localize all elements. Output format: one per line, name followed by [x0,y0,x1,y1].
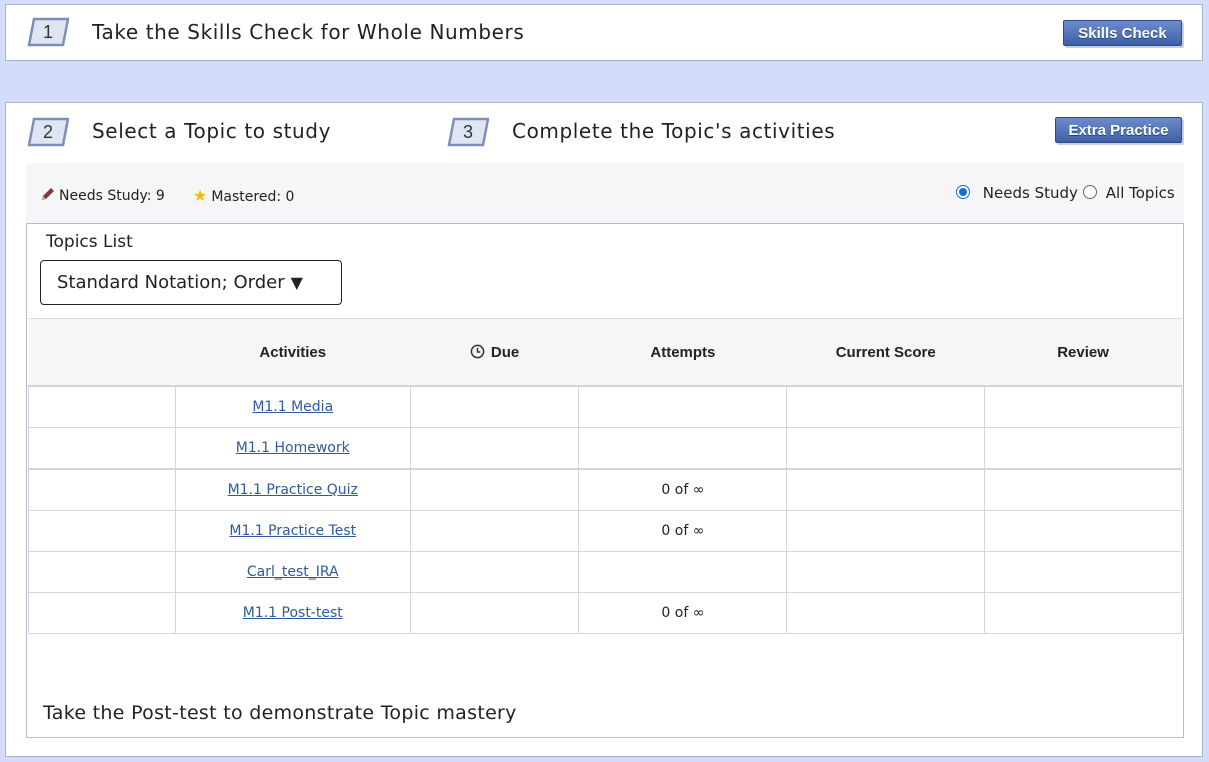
review-cell [984,551,1182,593]
header-due-label: Due [490,343,520,361]
step-3-number: 3 [462,122,473,142]
activity-cell: M1.1 Post-test [174,592,411,634]
step-2-number: 2 [42,122,53,142]
header-activities: Activities [175,318,411,387]
row-spacer [28,510,176,552]
review-cell [984,427,1182,470]
review-cell [984,468,1182,511]
header-review: Review [984,318,1182,387]
activities-table: Activities Due Attempts Current Score Re… [28,318,1182,634]
needs-study-label: Needs Study: 9 [59,188,165,204]
header-attempts: Attempts [578,318,787,387]
step-1-text: Take the Skills Check for Whole Numbers [92,20,525,44]
score-cell [786,468,986,511]
dropdown-arrow-icon[interactable]: ▼ [291,273,303,292]
attempts-cell: 0 of ∞ [578,510,788,552]
activity-cell: M1.1 Practice Quiz [174,468,411,511]
mastered-label: Mastered: 0 [211,189,295,205]
score-cell [786,510,986,552]
topics-list-label: Topics List [46,232,133,252]
extra-practice-button[interactable]: Extra Practice [1055,117,1182,143]
activity-cell: M1.1 Homework [174,427,411,470]
due-cell [409,592,580,634]
clock-icon [470,344,485,358]
row-spacer [28,468,176,511]
due-cell [409,427,580,470]
attempts-cell [578,551,788,593]
topic-dropdown[interactable]: Standard Notation; Order ▼ [40,260,342,305]
activities-header-row: Activities Due Attempts Current Score Re… [28,318,1182,387]
table-row: M1.1 Homework [28,427,1182,470]
due-cell [409,510,580,552]
activity-link[interactable]: M1.1 Homework [236,440,350,456]
radio-all-topics-label[interactable]: All Topics [1106,184,1175,202]
table-row: Carl_test_IRA [28,551,1182,593]
radio-needs-study-control[interactable] [956,185,970,199]
step-1-number: 1 [42,22,53,42]
step-3-text: Complete the Topic's activities [512,119,836,143]
attempts-cell: 0 of ∞ [578,468,788,511]
score-cell [786,385,986,428]
review-cell [984,385,1182,428]
score-cell [786,551,986,593]
star-icon: ★ [193,186,208,205]
topic-status-bar: Needs Study: 9 ★ Mastered: 0 Needs Study … [26,163,1184,223]
pencil-icon [42,188,54,200]
radio-needs-study[interactable]: Needs Study [956,184,1078,202]
review-cell [984,510,1182,552]
header-due: Due [410,318,579,387]
header-current-score: Current Score [786,318,985,387]
activity-cell: Carl_test_IRA [174,551,411,593]
row-spacer [28,551,176,593]
activity-link[interactable]: M1.1 Practice Test [229,523,356,539]
table-row: M1.1 Media [28,385,1182,428]
due-cell [409,385,580,428]
row-spacer [28,385,176,428]
radio-all-topics-control[interactable] [1083,185,1097,199]
row-spacer [28,427,176,470]
step-1-badge: 1 [27,17,69,47]
activity-cell: M1.1 Media [174,385,411,428]
step-2-badge: 2 [27,117,69,147]
activity-link[interactable]: M1.1 Media [252,399,333,415]
mastered-count: ★ Mastered: 0 [193,186,294,205]
topic-study-panel: 2 Select a Topic to study 3 Complete the… [5,102,1203,757]
topic-dropdown-value[interactable]: Standard Notation; Order [57,272,285,293]
attempts-cell [578,385,788,428]
score-cell [786,592,986,634]
attempts-cell [578,427,788,470]
table-row: M1.1 Practice Quiz 0 of ∞ [28,468,1182,511]
post-test-instruction: Take the Post-test to demonstrate Topic … [43,702,517,724]
needs-study-count: Needs Study: 9 [40,186,165,204]
activity-link[interactable]: Carl_test_IRA [247,564,339,580]
due-cell [409,551,580,593]
activity-link[interactable]: M1.1 Practice Quiz [228,482,358,498]
score-cell [786,427,986,470]
review-cell [984,592,1182,634]
table-row: M1.1 Practice Test 0 of ∞ [28,510,1182,552]
topic-content: Topics List Standard Notation; Order ▼ Ac… [26,223,1184,738]
activity-link[interactable]: M1.1 Post-test [243,605,343,621]
attempts-cell: 0 of ∞ [578,592,788,634]
step-3-badge: 3 [447,117,489,147]
skills-check-button[interactable]: Skills Check [1063,20,1182,46]
table-row: M1.1 Post-test 0 of ∞ [28,592,1182,634]
radio-all-topics[interactable]: All Topics [1083,184,1175,202]
radio-needs-study-label[interactable]: Needs Study [983,184,1078,202]
row-spacer [28,592,176,634]
due-cell [409,468,580,511]
step-2-text: Select a Topic to study [92,119,332,143]
activity-cell: M1.1 Practice Test [174,510,411,552]
header-spacer [28,318,176,387]
skills-check-panel: 1 Take the Skills Check for Whole Number… [5,4,1203,61]
